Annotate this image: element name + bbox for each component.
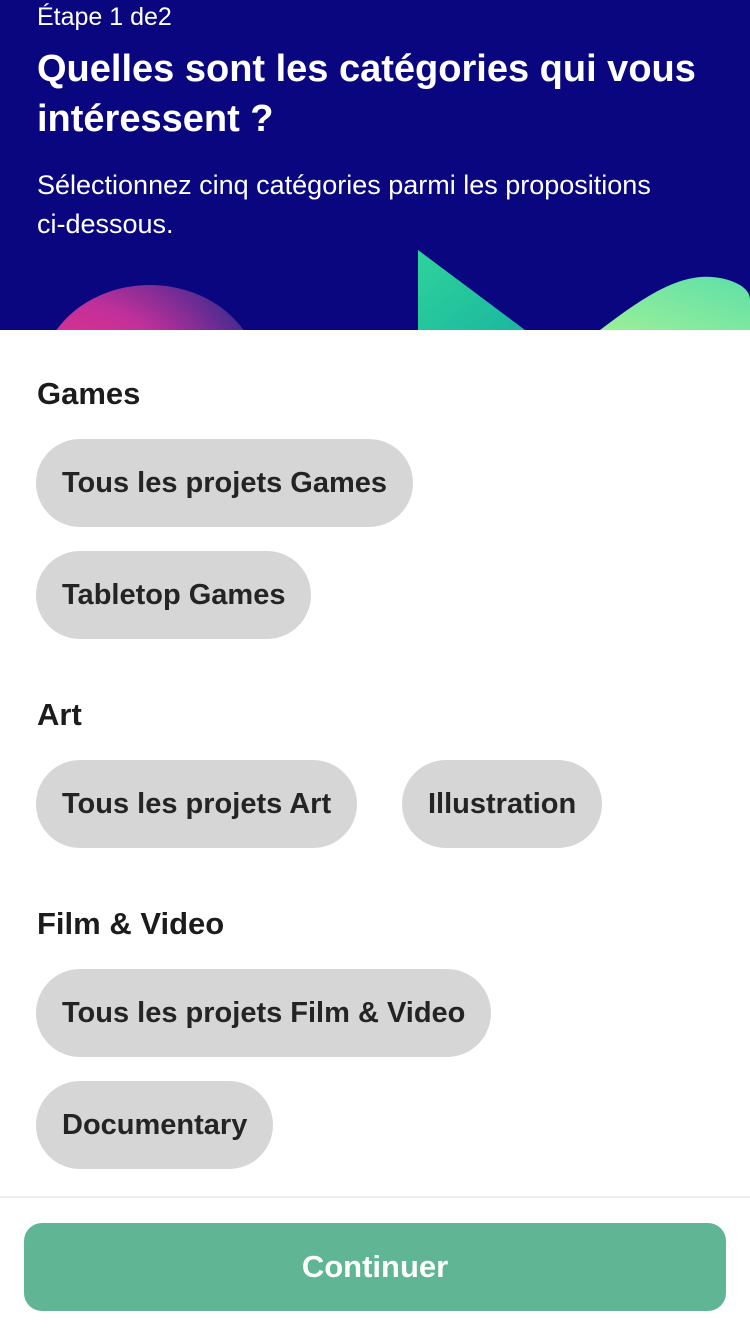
section-heading-art: Art: [37, 697, 82, 732]
step-indicator: Étape 1 de2: [37, 3, 172, 31]
section-heading-film-video: Film & Video: [37, 906, 225, 941]
onboarding-screen: Étape 1 de2 Quelles sont les catégories …: [0, 0, 750, 1334]
chip-documentary[interactable]: Documentary: [36, 1081, 274, 1169]
chip-illustration[interactable]: Illustration: [402, 760, 603, 848]
page-subtitle: Sélectionnez cinq catégories parmi les p…: [37, 170, 651, 239]
footer-bar: Continuer: [0, 1196, 750, 1334]
chip-all-games[interactable]: Tous les projets Games: [36, 439, 414, 527]
section-heading-games: Games: [37, 376, 141, 411]
chip-all-film-video[interactable]: Tous les projets Film & Video: [36, 969, 492, 1057]
chip-all-art[interactable]: Tous les projets Art: [36, 760, 358, 848]
continue-button[interactable]: Continuer: [24, 1223, 726, 1311]
chip-tabletop-games[interactable]: Tabletop Games: [36, 551, 312, 639]
header-banner: Étape 1 de2 Quelles sont les catégories …: [0, 0, 750, 330]
page-title: Quelles sont les catégories qui vous int…: [37, 48, 696, 140]
